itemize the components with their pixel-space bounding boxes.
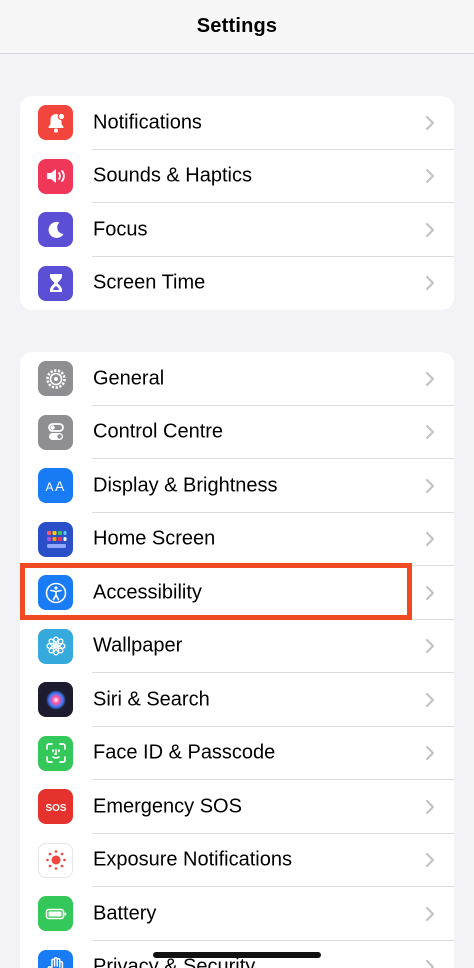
chevron-right-icon (425, 960, 435, 968)
row-label: Screen Time (93, 271, 206, 294)
chevron-right-icon (425, 799, 435, 814)
svg-text:A: A (45, 480, 53, 494)
chevron-right-icon (425, 853, 435, 868)
settings-row-exposure-notifications[interactable]: Exposure Notifications (20, 834, 454, 887)
row-label: Exposure Notifications (93, 848, 292, 871)
speaker-icon (38, 158, 73, 194)
battery-icon (38, 896, 73, 931)
row-label: Control Centre (93, 420, 224, 443)
settings-row-emergency-sos[interactable]: SOS Emergency SOS (20, 780, 454, 834)
chevron-right-icon (425, 585, 435, 600)
bell-icon (38, 105, 73, 140)
settings-row-home-screen[interactable]: Home Screen (20, 513, 454, 566)
row-label: Display & Brightness (93, 474, 278, 497)
accessibility-icon (38, 575, 73, 610)
sos-icon: SOS (38, 789, 73, 824)
app-grid-icon (38, 521, 73, 557)
settings-row-accessibility[interactable]: Accessibility (20, 566, 454, 620)
chevron-right-icon (425, 371, 435, 386)
row-label: Notifications (93, 111, 202, 134)
exposure-icon (38, 842, 73, 878)
settings-row-screen-time[interactable]: Screen Time (20, 257, 454, 311)
row-label: General (93, 367, 165, 390)
navigation-bar: Settings (0, 0, 474, 54)
settings-group-1: Notifications Sounds & Haptics Focus Scr… (20, 96, 454, 310)
toggles-icon (38, 414, 73, 450)
row-label: Home Screen (93, 527, 216, 550)
settings-row-sounds-haptics[interactable]: Sounds & Haptics (20, 150, 454, 203)
row-label: Accessibility (93, 581, 202, 604)
chevron-right-icon (425, 425, 435, 440)
settings-row-wallpaper[interactable]: Wallpaper (20, 620, 454, 673)
row-label: Emergency SOS (93, 795, 242, 818)
chevron-right-icon (425, 115, 435, 130)
settings-row-battery[interactable]: Battery (20, 887, 454, 941)
row-label: Focus (93, 218, 148, 241)
hand-icon (38, 949, 73, 968)
chevron-right-icon (425, 906, 435, 921)
row-label: Battery (93, 902, 157, 925)
svg-text:A: A (55, 478, 65, 494)
settings-row-notifications[interactable]: Notifications (20, 96, 454, 150)
text-size-icon: AA (38, 468, 73, 503)
row-label: Wallpaper (93, 634, 183, 657)
settings-row-general[interactable]: General (20, 352, 454, 406)
settings-row-control-centre[interactable]: Control Centre (20, 406, 454, 459)
row-label: Siri & Search (93, 688, 210, 711)
flower-icon (38, 628, 73, 664)
settings-row-display-brightness[interactable]: AA Display & Brightness (20, 459, 454, 513)
chevron-right-icon (425, 222, 435, 237)
settings-row-face-id-passcode[interactable]: Face ID & Passcode (20, 727, 454, 780)
face-id-icon (38, 735, 73, 771)
siri-icon (38, 682, 73, 717)
settings-group-2: General Control Centre AA Display & Brig… (20, 352, 454, 968)
chevron-right-icon (425, 746, 435, 761)
row-label: Sounds & Haptics (93, 164, 252, 187)
svg-text:SOS: SOS (45, 803, 66, 814)
moon-icon (38, 212, 73, 247)
chevron-right-icon (425, 692, 435, 707)
chevron-right-icon (425, 169, 435, 184)
page-title: Settings (196, 15, 278, 37)
chevron-right-icon (425, 276, 435, 291)
row-label: Face ID & Passcode (93, 741, 276, 764)
gear-icon (38, 361, 73, 396)
hourglass-icon (38, 265, 73, 301)
home-indicator[interactable] (153, 952, 321, 958)
settings-row-siri-search[interactable]: Siri & Search (20, 673, 454, 727)
chevron-right-icon (425, 639, 435, 654)
chevron-right-icon (425, 478, 435, 493)
settings-row-focus[interactable]: Focus (20, 203, 454, 257)
chevron-right-icon (425, 532, 435, 547)
